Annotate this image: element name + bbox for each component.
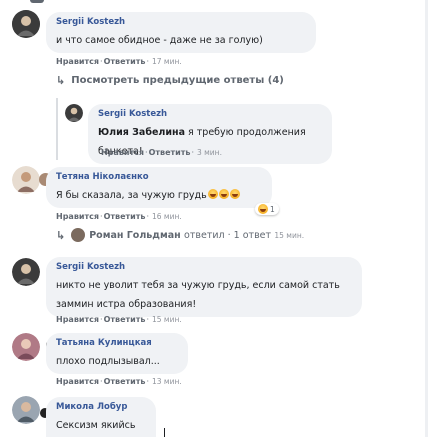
like-link[interactable]: Нравится [56,315,99,324]
person-icon [12,166,40,194]
comment-text: и что самое обидное - даже не за голую) [56,35,263,46]
comment-actions: Нравится·Ответить· 17 мин. [56,57,182,66]
comment-time[interactable]: 13 мин. [152,377,182,386]
reaction-badge[interactable]: 1 [255,203,279,215]
text-cursor [164,428,165,437]
comment-bubble: Микола Лобур Сексизм якийсь [46,397,156,437]
reply-arrow-icon: ↳ [56,74,66,87]
comment-text: Сексизм якийсь [56,420,136,431]
reply-link[interactable]: Ответить [104,212,146,221]
person-icon [12,333,40,361]
replier-avatar [71,228,86,242]
comment-bubble: Тетяна Ніколаєнко Я бы сказала, за чужую… [46,167,272,208]
comment-author[interactable]: Татьяна Кулинцкая [56,338,178,349]
person-icon [12,396,40,424]
reply-link[interactable]: Ответить [104,377,146,386]
mention[interactable]: Юлия Забелина [98,127,185,138]
avatar[interactable] [12,10,40,38]
grin-emoji-icon [229,189,240,199]
comment-actions: Нравится·Ответить· 16 мин. [56,212,182,221]
comment-actions: Нравится·Ответить· 13 мин. [56,377,182,386]
comment-bubble: Sergii Kostezh никто не уволит тебя за ч… [46,257,362,317]
comment-text: плохо подлызывал... [56,356,160,367]
thread-line [56,98,58,160]
reply-summary[interactable]: ↳ Роман Гольдман ответил · 1 ответ 15 ми… [56,228,304,242]
comment-author[interactable]: Микола Лобур [56,402,146,413]
like-link[interactable]: Нравится [56,377,99,386]
like-link[interactable]: Нравится [56,212,99,221]
reaction-count: 1 [270,204,275,214]
replier-name: Роман Гольдман [89,229,181,241]
comment-time[interactable]: 17 мин. [152,57,182,66]
comment-bubble: Татьяна Кулинцкая плохо подлызывал... [46,333,188,374]
comment-actions: Нравится·Ответить· 3 мин. [101,148,222,157]
haha-reaction-icon [258,204,268,214]
comment-text: никто не уволит тебя за чужую грудь, есл… [56,280,340,310]
avatar[interactable] [12,258,40,286]
comment-time[interactable]: 3 мин. [197,148,222,157]
comment-text: Я бы сказала, за чужую грудь [56,189,240,201]
like-link[interactable]: Нравится [101,148,144,157]
view-previous-replies[interactable]: ↳ Посмотреть предыдущие ответы (4) [56,74,284,87]
grin-emoji-icon [218,189,229,199]
person-icon [65,104,83,122]
avatar[interactable] [12,333,40,361]
reply-link[interactable]: Ответить [149,148,191,157]
comment-time[interactable]: 16 мин. [152,212,182,221]
grin-emoji-icon [207,189,218,199]
like-link[interactable]: Нравится [56,57,99,66]
previous-comment-edge [30,0,44,3]
person-icon [12,258,40,286]
comment-bubble: Sergii Kostezh и что самое обидное - даж… [46,12,316,53]
reply-link[interactable]: Ответить [104,315,146,324]
avatar[interactable] [12,396,40,424]
reply-arrow-icon: ↳ [56,228,66,242]
comment-author[interactable]: Sergii Kostezh [98,109,322,120]
reply-link[interactable]: Ответить [104,57,146,66]
comment-author[interactable]: Sergii Kostezh [56,262,352,273]
comment-author[interactable]: Тетяна Ніколаєнко [56,172,262,183]
comment-actions: Нравится·Ответить· 15 мин. [56,315,182,324]
avatar[interactable] [12,166,40,194]
person-icon [12,10,40,38]
comment-time[interactable]: 15 мин. [152,315,182,324]
avatar[interactable] [65,104,83,122]
comment-author[interactable]: Sergii Kostezh [56,17,306,28]
